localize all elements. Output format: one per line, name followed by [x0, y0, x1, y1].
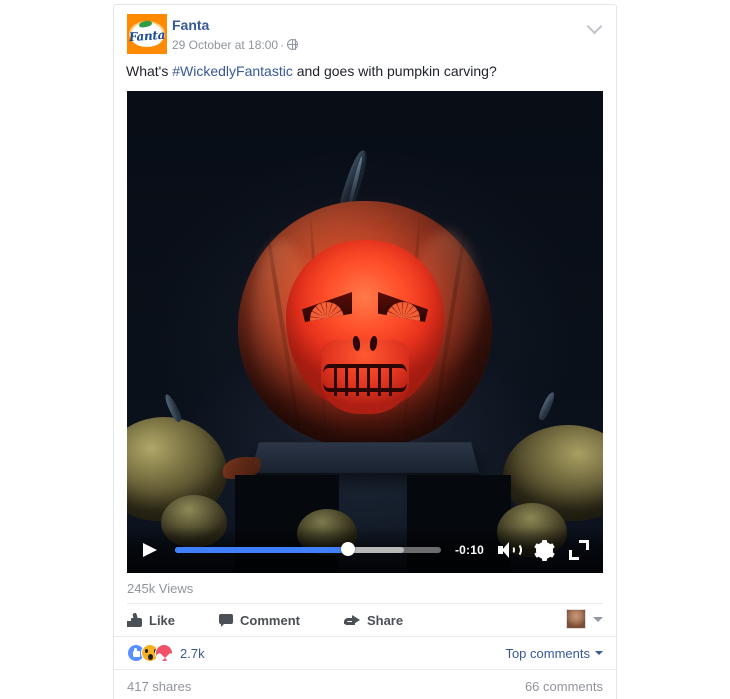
post-message: What's #WickedlyFantastic and goes with …: [114, 61, 616, 91]
post-actions-bar: Like Comment Share: [114, 604, 616, 636]
reaction-count[interactable]: 2.7k: [180, 646, 205, 661]
play-icon[interactable]: [141, 540, 159, 560]
share-button-label: Share: [366, 612, 404, 628]
post-header-text: Fanta 29 October at 18:00 ·: [172, 15, 604, 53]
chevron-down-icon[interactable]: [586, 17, 604, 35]
message-suffix: and goes with pumpkin carving?: [292, 63, 497, 79]
page-avatar-fanta[interactable]: Fanta: [127, 14, 167, 54]
fanta-logo-wordmark: Fanta: [128, 27, 166, 44]
post-header: Fanta Fanta 29 October at 18:00 ·: [114, 5, 616, 61]
skull-tooth: [378, 368, 381, 396]
reactions-bar: 2.7k Top comments: [114, 636, 616, 669]
share-arrow-icon: [343, 614, 360, 627]
thumbs-up-icon: [127, 612, 142, 627]
skull-tooth: [334, 368, 337, 396]
video-progress-bar[interactable]: [175, 542, 441, 556]
video-controls-bar: -0:10: [127, 527, 603, 573]
pumpkin-platform: [250, 442, 480, 473]
gear-icon[interactable]: [534, 539, 555, 561]
share-button[interactable]: Share: [343, 612, 404, 628]
post-timestamp[interactable]: 29 October at 18:00: [172, 38, 278, 52]
volume-icon[interactable]: [498, 540, 522, 560]
video-player[interactable]: -0:10: [127, 91, 603, 573]
skull-tooth: [356, 368, 359, 396]
progress-fill: [175, 547, 348, 553]
carved-pumpkin: [238, 201, 492, 447]
fullscreen-icon[interactable]: [569, 540, 589, 560]
avatar[interactable]: [566, 609, 586, 629]
gear-ring: [536, 541, 553, 559]
progress-scrubber-handle[interactable]: [340, 542, 355, 556]
video-time-remaining: -0:10: [454, 543, 484, 557]
page-name-link[interactable]: Fanta: [172, 16, 209, 34]
top-comments-label: Top comments: [505, 645, 590, 661]
meta-separator: ·: [280, 38, 285, 52]
chevron-down-icon: [595, 651, 603, 655]
skull-tooth: [389, 368, 392, 396]
fullscreen-arrow: [579, 540, 589, 550]
page-background: Fanta Fanta 29 October at 18:00 · What's …: [0, 0, 730, 699]
caret-down-icon[interactable]: [593, 616, 603, 622]
globe-icon: [287, 39, 299, 50]
orange-slice-pattern: [386, 302, 420, 322]
hashtag-link[interactable]: #WickedlyFantastic: [172, 63, 293, 79]
fullscreen-arrow: [569, 550, 579, 560]
share-count[interactable]: 417 shares: [127, 679, 191, 694]
viewer-controls: [566, 609, 603, 629]
message-prefix: What's: [126, 63, 173, 79]
reaction-badges[interactable]: [127, 644, 173, 662]
video-view-count: 245k Views: [127, 581, 194, 596]
speaker-shape: [498, 542, 509, 558]
skull-eye-left: [302, 292, 352, 322]
skull-tooth: [345, 368, 348, 396]
facebook-post-card: Fanta Fanta 29 October at 18:00 · What's …: [113, 4, 617, 699]
love-reaction-icon: [155, 644, 173, 662]
comment-count[interactable]: 66 comments: [525, 679, 603, 694]
post-footer-bar: 417 shares 66 comments: [114, 669, 616, 699]
sound-wave: [511, 543, 522, 557]
comment-button-label: Comment: [240, 612, 300, 628]
skull-eye-right: [378, 292, 428, 322]
comment-bubble-icon: [219, 613, 234, 627]
orange-slice-pattern: [310, 302, 344, 322]
like-button-label: Like: [149, 612, 176, 628]
like-button[interactable]: Like: [127, 613, 175, 628]
skull-tooth: [367, 368, 370, 396]
top-comments-dropdown[interactable]: Top comments: [505, 646, 603, 661]
comment-button[interactable]: Comment: [219, 613, 300, 628]
post-meta: 29 October at 18:00 ·: [172, 37, 604, 53]
glowing-skull-carving: [286, 240, 444, 414]
skull-mouth: [323, 364, 407, 396]
